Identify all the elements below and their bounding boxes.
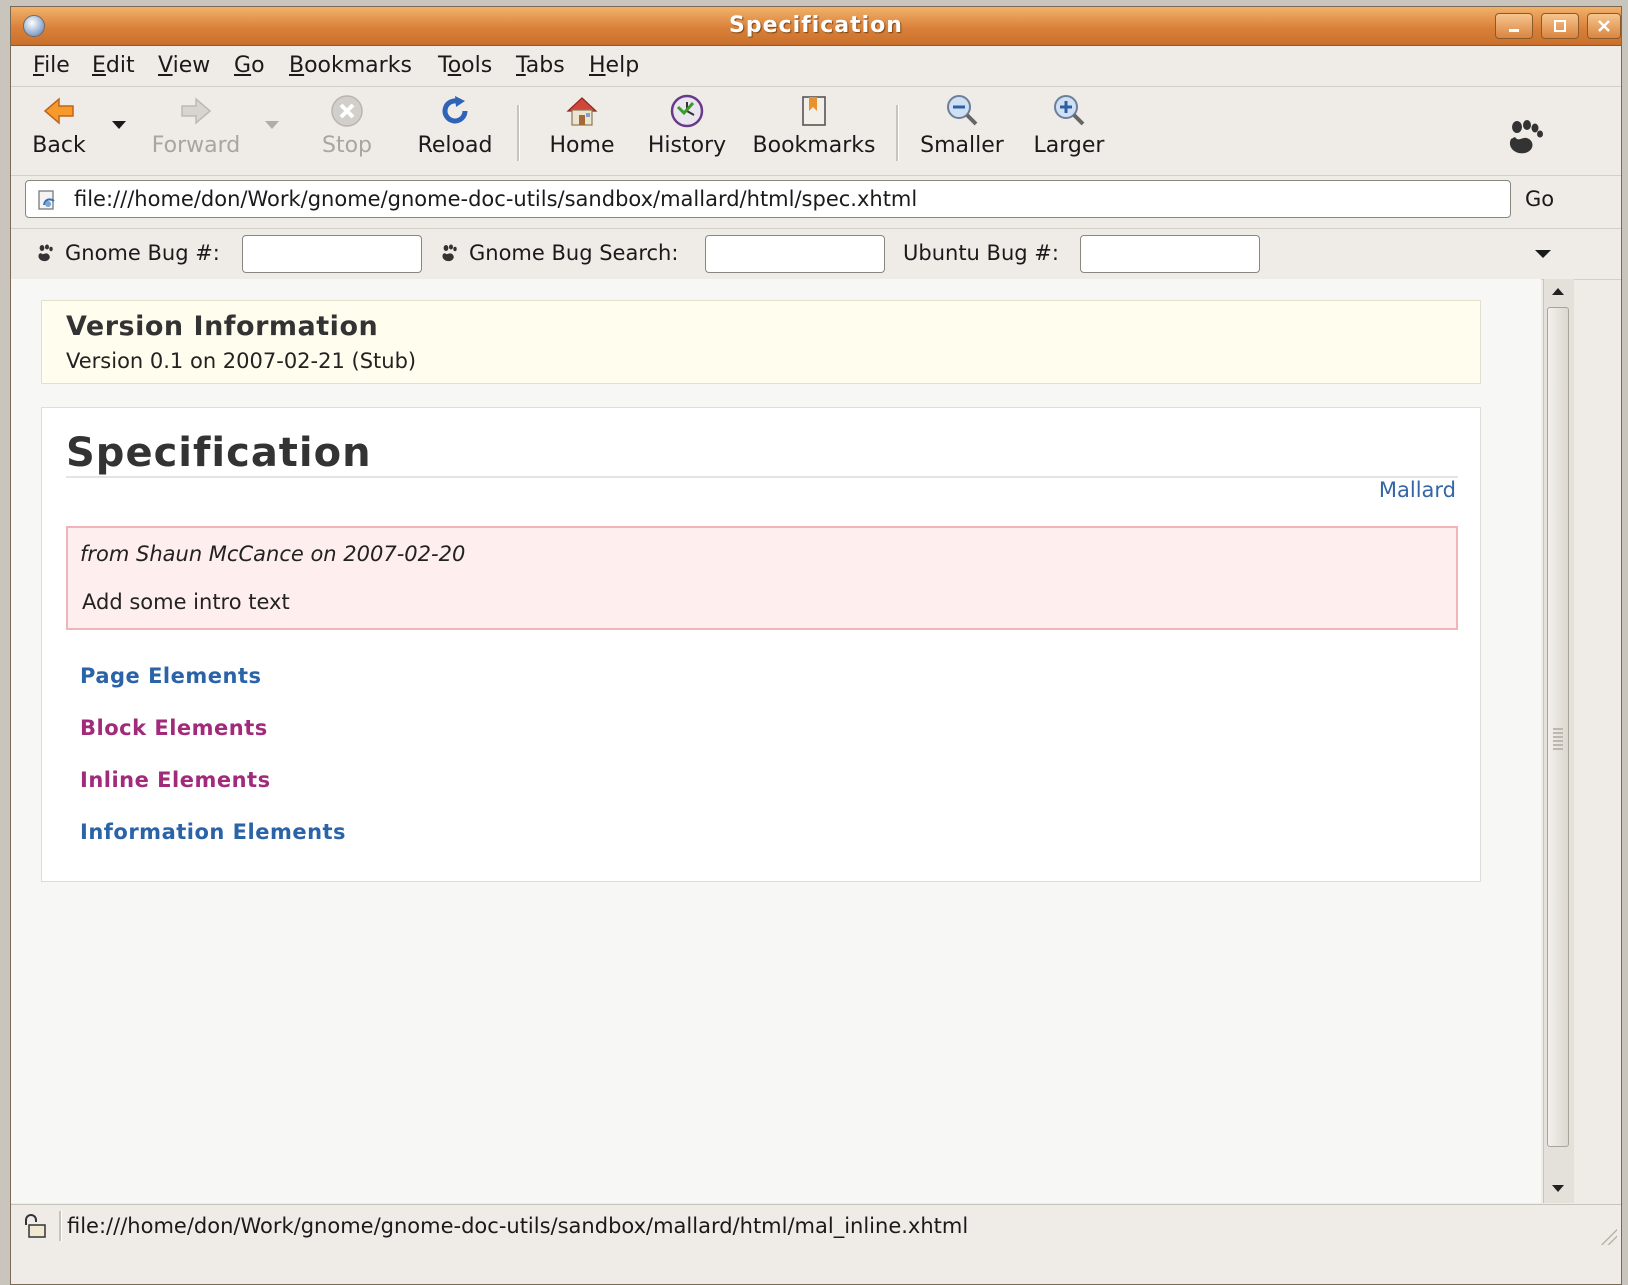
navigation-toolbar: Back Forward Stop Reload Home History Bo <box>11 87 1621 176</box>
vertical-scrollbar[interactable] <box>1543 279 1574 1203</box>
version-info-box: Version Information Version 0.1 on 2007-… <box>41 300 1481 384</box>
scroll-down-arrow-icon[interactable] <box>1547 1177 1569 1199</box>
menu-edit[interactable]: Edit <box>92 46 135 86</box>
forward-history-dropdown[interactable] <box>265 121 279 129</box>
home-icon <box>566 97 598 126</box>
stop-button[interactable]: Stop <box>317 93 377 158</box>
gnome-bug-label: Gnome Bug #: <box>65 241 220 265</box>
page-content: Version Information Version 0.1 on 2007-… <box>11 279 1541 1203</box>
menu-bar: File Edit View Go Bookmarks Tools Tabs H… <box>11 46 1621 87</box>
scrollbar-grip <box>1553 728 1563 752</box>
maximize-icon <box>1554 20 1566 32</box>
link-information-elements[interactable]: Information Elements <box>80 820 346 844</box>
page-title: Specification <box>66 430 372 476</box>
gnome-foot-icon <box>442 244 457 262</box>
zoom-in-icon <box>1054 95 1085 126</box>
forward-button[interactable]: Forward <box>151 93 241 158</box>
menu-help[interactable]: Help <box>589 46 639 86</box>
back-button[interactable]: Back <box>29 93 89 158</box>
version-title: Version Information <box>66 311 379 342</box>
main-content-box: Specification Mallard from Shaun McCance… <box>41 407 1481 882</box>
location-bar: file:///home/don/Work/gnome/gnome-doc-ut… <box>11 177 1621 227</box>
status-bar: file:///home/don/Work/gnome/gnome-doc-ut… <box>11 1204 1621 1247</box>
zoom-out-icon <box>947 95 978 126</box>
close-button[interactable] <box>1587 13 1621 39</box>
toolbar-separator <box>896 105 899 161</box>
bookmarks-button[interactable]: Bookmarks <box>749 93 879 158</box>
link-page-elements[interactable]: Page Elements <box>80 664 261 688</box>
menu-tools[interactable]: Tools <box>438 46 492 86</box>
browser-window: Specification File Edit View Go Bookmark… <box>10 6 1622 1285</box>
note-author: from Shaun McCance on 2007-02-20 <box>80 542 466 566</box>
maximize-button[interactable] <box>1541 13 1579 39</box>
stop-icon <box>331 95 363 127</box>
back-history-dropdown[interactable] <box>112 121 126 129</box>
menu-tabs[interactable]: Tabs <box>516 46 565 86</box>
gnome-foot-throbber-icon <box>1509 120 1543 154</box>
page-file-icon <box>38 190 55 210</box>
menu-file[interactable]: File <box>33 46 70 86</box>
toolbar-separator <box>517 105 520 161</box>
history-clock-icon <box>670 94 704 128</box>
forward-arrow-icon <box>181 97 212 125</box>
bookmarks-book-icon <box>802 96 826 126</box>
link-block-elements[interactable]: Block Elements <box>80 716 268 740</box>
status-separator <box>59 1211 62 1241</box>
title-bar[interactable]: Specification <box>11 7 1621 46</box>
back-arrow-icon <box>43 97 74 125</box>
title-divider <box>66 476 1458 478</box>
gnome-foot-icon <box>38 244 53 262</box>
reload-icon <box>442 96 468 124</box>
status-text: file:///home/don/Work/gnome/gnome-doc-ut… <box>67 1214 969 1238</box>
go-button[interactable]: Go <box>1525 181 1554 217</box>
gnome-bug-input[interactable] <box>242 235 422 273</box>
version-text: Version 0.1 on 2007-02-21 (Stub) <box>66 349 417 373</box>
reload-button[interactable]: Reload <box>415 93 495 158</box>
breadcrumb-mallard-link[interactable]: Mallard <box>1379 478 1456 502</box>
link-inline-elements[interactable]: Inline Elements <box>80 768 271 792</box>
scrollbar-thumb[interactable] <box>1547 307 1569 1147</box>
scroll-up-arrow-icon[interactable] <box>1547 281 1569 303</box>
gnome-bug-search-label: Gnome Bug Search: <box>469 241 679 265</box>
home-button[interactable]: Home <box>545 93 619 158</box>
menu-bookmarks[interactable]: Bookmarks <box>289 46 412 86</box>
menu-view[interactable]: View <box>158 46 210 86</box>
smaller-button[interactable]: Smaller <box>917 93 1007 158</box>
note-text: Add some intro text <box>82 590 290 614</box>
close-icon <box>1598 20 1610 32</box>
resize-grip[interactable] <box>1601 1229 1617 1245</box>
ubuntu-bug-input[interactable] <box>1080 235 1260 273</box>
url-text: file:///home/don/Work/gnome/gnome-doc-ut… <box>74 187 918 211</box>
gnome-bug-search-input[interactable] <box>705 235 885 273</box>
bug-search-toolbar: Gnome Bug #: Gnome Bug Search: Ubuntu Bu… <box>11 228 1621 280</box>
larger-button[interactable]: Larger <box>1029 93 1109 158</box>
minimize-button[interactable] <box>1495 13 1533 39</box>
toolbar-overflow-chevron-icon[interactable] <box>1535 250 1551 258</box>
window-title: Specification <box>729 13 903 38</box>
history-button[interactable]: History <box>645 93 729 158</box>
ubuntu-bug-label: Ubuntu Bug #: <box>903 241 1059 265</box>
editorial-note: from Shaun McCance on 2007-02-20 Add som… <box>66 526 1458 630</box>
unlocked-padlock-icon <box>25 1214 46 1238</box>
menu-go[interactable]: Go <box>234 46 265 86</box>
url-input[interactable]: file:///home/don/Work/gnome/gnome-doc-ut… <box>25 180 1511 218</box>
minimize-icon <box>1509 29 1519 32</box>
